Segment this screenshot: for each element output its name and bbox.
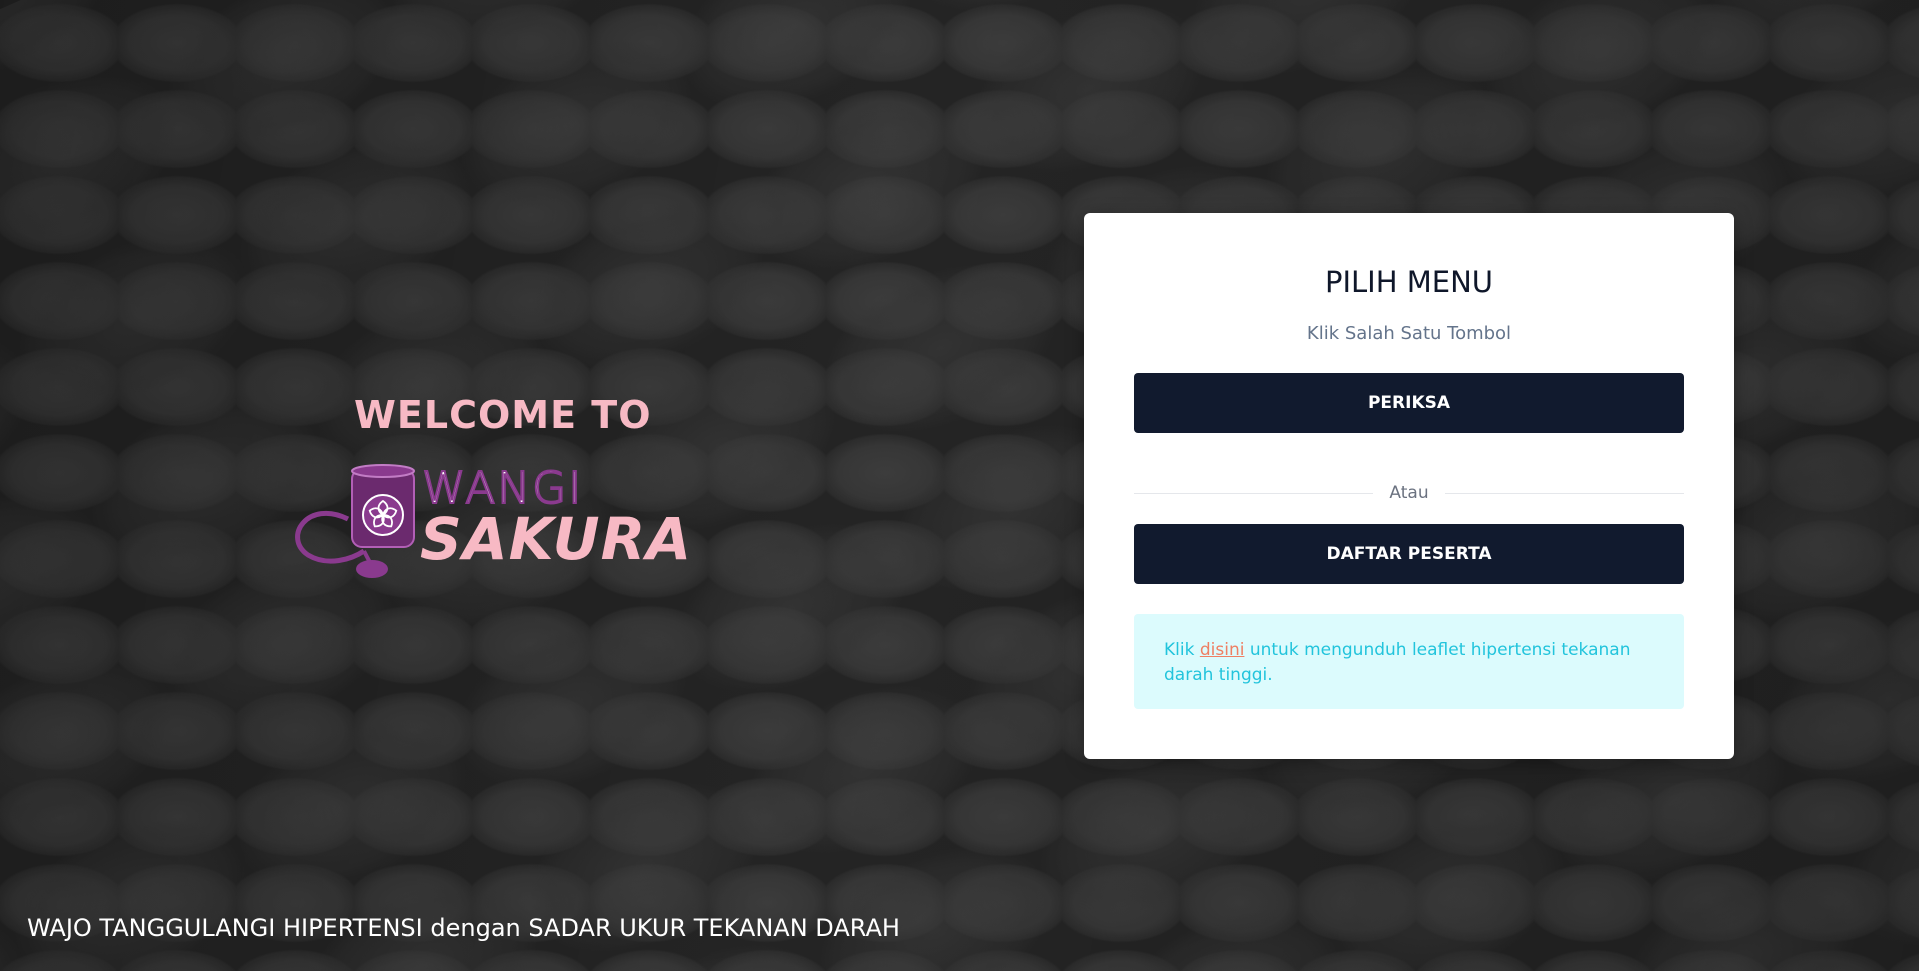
leaflet-download-link[interactable]: disini: [1200, 640, 1245, 660]
footer-tagline: WAJO TANGGULANGI HIPERTENSI dengan SADAR…: [27, 914, 900, 942]
leaflet-download-notice: Klik disini untuk mengunduh leaflet hipe…: [1134, 614, 1684, 709]
wangi-sakura-logo: WANGI SAKURA: [288, 459, 691, 579]
page-background: WELCOME TO WANGI SAKURA PILIH MENU Klik …: [0, 0, 1919, 971]
notice-prefix: Klik: [1164, 640, 1200, 660]
logo-word-sakura: SAKURA: [420, 505, 693, 573]
blood-pressure-cuff-icon: [295, 464, 415, 578]
welcome-heading: WELCOME TO: [354, 393, 652, 437]
divider-line-left: [1134, 492, 1374, 494]
card-subtitle: Klik Salah Satu Tombol: [1306, 323, 1512, 344]
sakura-flower-icon: [362, 494, 404, 536]
divider-line-right: [1444, 492, 1685, 494]
divider-text: Atau: [1389, 483, 1429, 503]
card-title: PILIH MENU: [1324, 265, 1494, 299]
menu-card: PILIH MENU Klik Salah Satu Tombol PERIKS…: [1084, 213, 1734, 759]
daftar-peserta-button[interactable]: DAFTAR PESERTA: [1134, 524, 1684, 584]
or-divider: Atau: [1134, 481, 1685, 505]
periksa-button[interactable]: PERIKSA: [1134, 373, 1684, 433]
